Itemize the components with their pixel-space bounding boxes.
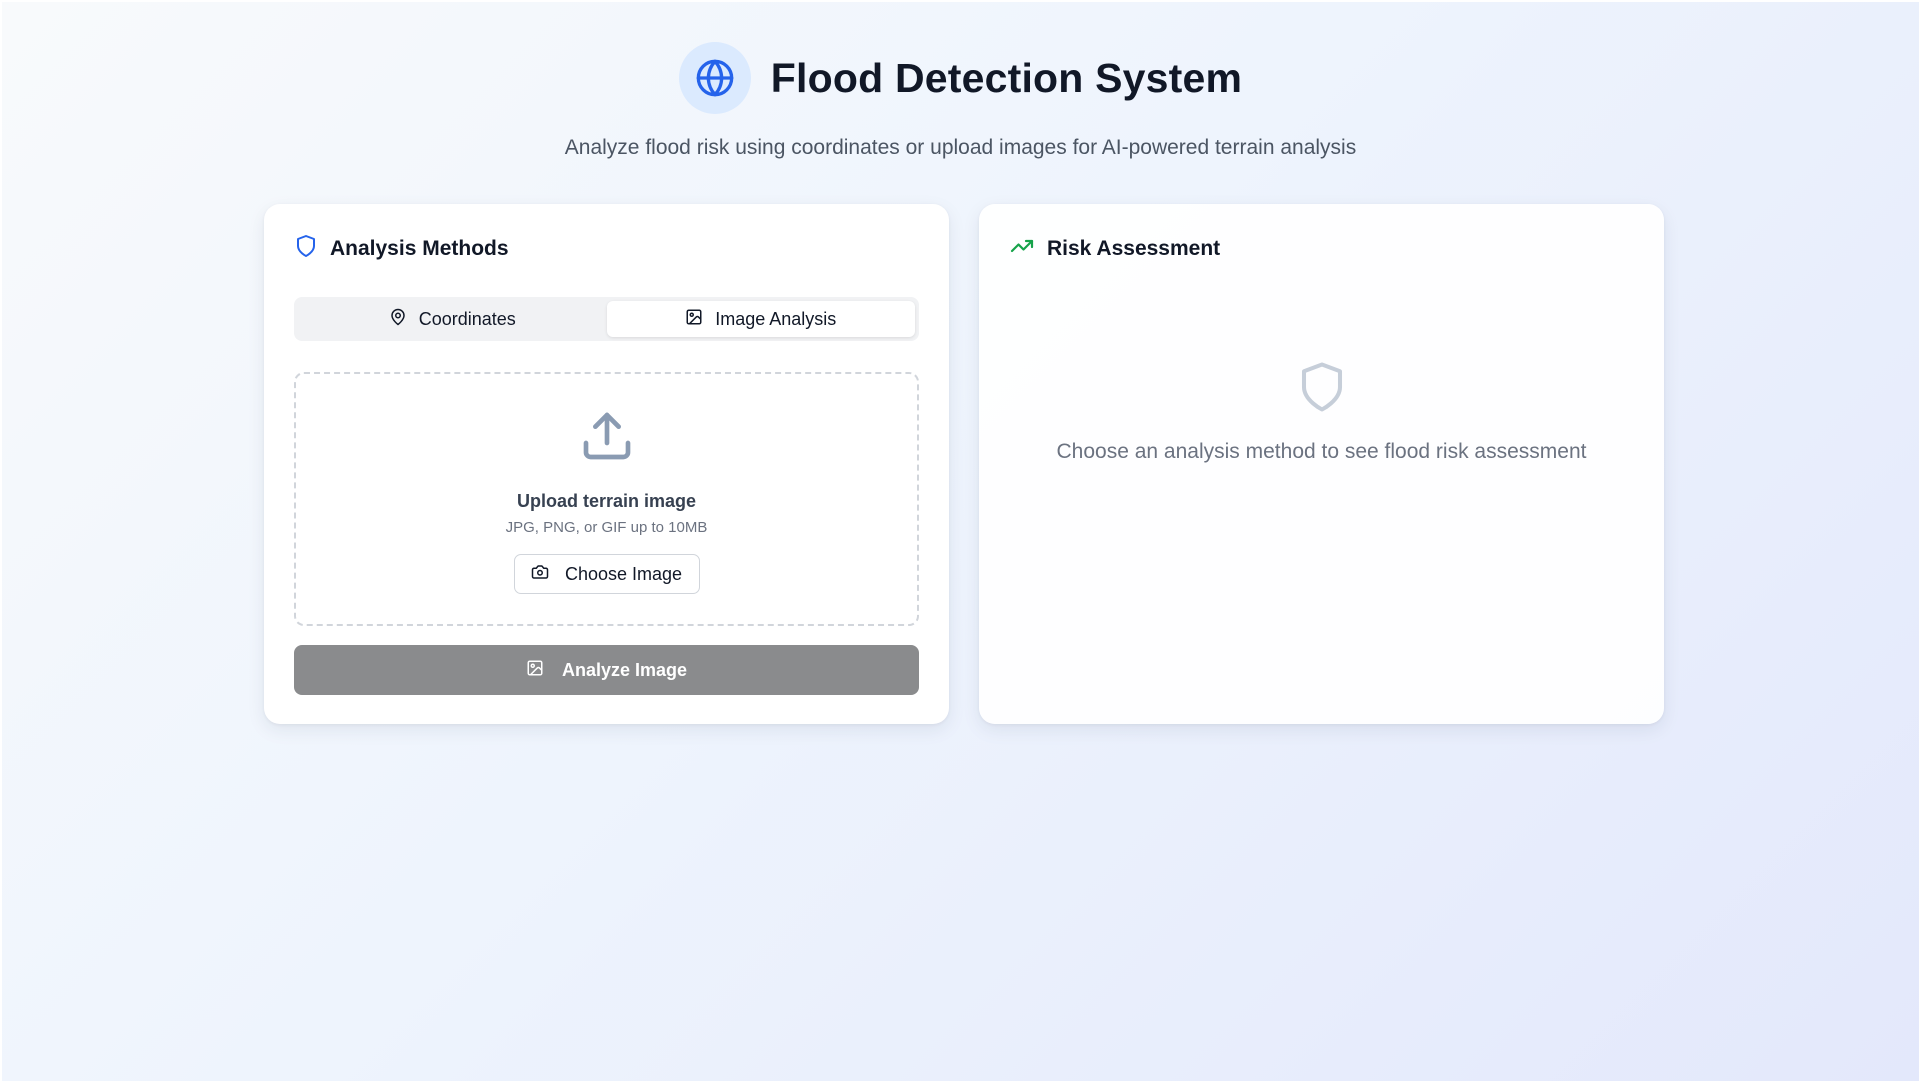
- tab-image-analysis[interactable]: Image Analysis: [606, 301, 915, 337]
- image-icon: [526, 659, 544, 682]
- upload-hint: JPG, PNG, or GIF up to 10MB: [505, 519, 708, 536]
- map-pin-icon: [389, 308, 407, 331]
- trending-up-icon: [1009, 234, 1035, 263]
- choose-image-label: Choose Image: [564, 563, 683, 584]
- camera-icon: [531, 563, 549, 586]
- shield-icon: [294, 234, 318, 263]
- analysis-methods-title: Analysis Methods: [330, 236, 509, 260]
- analyze-image-label: Analyze Image: [561, 659, 688, 680]
- analyze-image-button[interactable]: Analyze Image: [294, 645, 919, 695]
- analysis-methods-header: Analysis Methods: [294, 234, 509, 263]
- tab-coordinates[interactable]: Coordinates: [298, 301, 607, 337]
- choose-image-button[interactable]: Choose Image: [513, 554, 700, 594]
- image-icon: [685, 308, 703, 331]
- risk-assessment-card: Risk Assessment Choose an analysis metho…: [979, 204, 1664, 724]
- page-subtitle: Analyze flood risk using coordinates or …: [564, 136, 1357, 159]
- risk-assessment-title: Risk Assessment: [1047, 236, 1221, 260]
- shield-placeholder-icon: [1295, 356, 1349, 423]
- tab-coordinates-label: Coordinates: [418, 308, 516, 329]
- globe-icon: [678, 42, 751, 114]
- page-title: Flood Detection System: [770, 54, 1243, 101]
- risk-assessment-header: Risk Assessment: [1009, 234, 1220, 263]
- title-row: Flood Detection System: [2, 42, 1919, 114]
- upload-icon: [579, 408, 635, 469]
- analysis-methods-card: Analysis Methods Coordinates Image Analy…: [264, 204, 949, 724]
- upload-title: Upload terrain image: [516, 491, 697, 511]
- method-tabs: Coordinates Image Analysis: [294, 297, 919, 341]
- page-header: Flood Detection System Analyze flood ris…: [2, 42, 1919, 160]
- risk-empty-message: Choose an analysis method to see flood r…: [1056, 440, 1587, 463]
- image-dropzone[interactable]: Upload terrain image JPG, PNG, or GIF up…: [294, 372, 919, 626]
- tab-image-analysis-label: Image Analysis: [715, 308, 837, 329]
